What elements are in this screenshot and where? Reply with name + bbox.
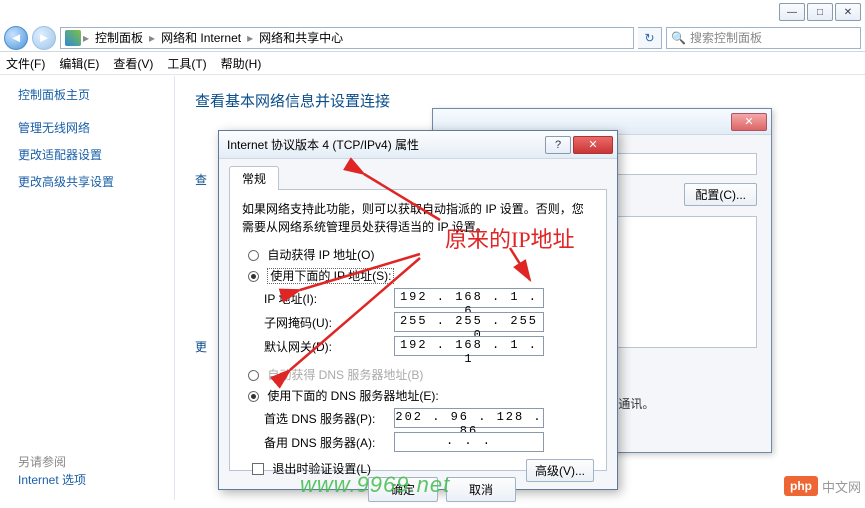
control-panel-icon [65, 30, 81, 46]
gateway-input[interactable]: 192 . 168 . 1 . 1 [394, 336, 544, 356]
see-also-label: 另请参阅 [18, 453, 66, 470]
subnet-mask-label: 子网掩码(U): [264, 314, 394, 331]
tab-general[interactable]: 常规 [229, 166, 279, 190]
menu-bar: 文件(F) 编辑(E) 查看(V) 工具(T) 帮助(H) [0, 53, 865, 75]
menu-file[interactable]: 文件(F) [6, 55, 45, 72]
chevron-right-icon: ▸ [83, 31, 89, 45]
search-icon: 🔍 [671, 31, 686, 45]
menu-tools[interactable]: 工具(T) [167, 55, 206, 72]
cancel-button[interactable]: 取消 [446, 477, 516, 502]
refresh-button[interactable]: ↻ [638, 27, 662, 49]
adapter-close-button[interactable]: ✕ [731, 113, 767, 131]
menu-view[interactable]: 查看(V) [113, 55, 153, 72]
ipv4-properties-dialog: Internet 协议版本 4 (TCP/IPv4) 属性 ? ✕ 常规 如果网… [218, 130, 618, 490]
menu-edit[interactable]: 编辑(E) [59, 55, 99, 72]
chevron-right-icon: ▸ [149, 31, 155, 45]
ip-address-input[interactable]: 192 . 168 . 1 . 6 [394, 288, 544, 308]
sidebar: 控制面板主页 管理无线网络 更改适配器设置 更改高级共享设置 另请参阅 Inte… [0, 76, 175, 500]
chevron-right-icon: ▸ [247, 31, 253, 45]
brand-logo: php [784, 476, 818, 496]
search-placeholder: 搜索控制面板 [690, 29, 762, 46]
address-bar: ◄ ► ▸ 控制面板 ▸ 网络和 Internet ▸ 网络和共享中心 ↻ 🔍 … [0, 24, 865, 52]
crumb-sharing-center[interactable]: 网络和共享中心 [255, 29, 347, 46]
sidebar-item-wireless[interactable]: 管理无线网络 [18, 119, 174, 136]
radio-icon [248, 391, 259, 402]
preferred-dns-input[interactable]: 202 . 96 . 128 . 86 [394, 408, 544, 428]
crumb-network-internet[interactable]: 网络和 Internet [157, 29, 245, 46]
alternate-dns-input[interactable]: . . . [394, 432, 544, 452]
menu-help[interactable]: 帮助(H) [221, 55, 262, 72]
dialog-title: Internet 协议版本 4 (TCP/IPv4) 属性 [227, 136, 419, 153]
preferred-dns-label: 首选 DNS 服务器(P): [264, 410, 394, 427]
radio-manual-ip[interactable]: 使用下面的 IP 地址(S): [248, 267, 594, 284]
checkbox-icon [252, 463, 264, 475]
sidebar-item-sharing[interactable]: 更改高级共享设置 [18, 173, 174, 190]
radio-icon [248, 271, 259, 282]
breadcrumb[interactable]: ▸ 控制面板 ▸ 网络和 Internet ▸ 网络和共享中心 [60, 27, 634, 49]
help-button[interactable]: ? [545, 136, 571, 154]
search-input[interactable]: 🔍 搜索控制面板 [666, 27, 861, 49]
maximize-button[interactable]: □ [807, 3, 833, 21]
forward-button[interactable]: ► [32, 26, 56, 50]
watermark: www.9969.net [300, 472, 450, 498]
see-also-internet-options[interactable]: Internet 选项 [18, 471, 86, 488]
brand-badge: php 中文网 [784, 476, 861, 496]
dialog-close-button[interactable]: ✕ [573, 136, 613, 154]
brand-text: 中文网 [822, 477, 861, 496]
radio-auto-ip[interactable]: 自动获得 IP 地址(O) [248, 246, 594, 263]
minimize-button[interactable]: — [779, 3, 805, 21]
close-button[interactable]: ✕ [835, 3, 861, 21]
crumb-control-panel[interactable]: 控制面板 [91, 29, 147, 46]
radio-auto-dns: 自动获得 DNS 服务器地址(B) [248, 366, 594, 383]
sidebar-item-adapter[interactable]: 更改适配器设置 [18, 146, 174, 163]
sidebar-home[interactable]: 控制面板主页 [18, 86, 174, 103]
advanced-button[interactable]: 高级(V)... [526, 459, 594, 482]
gateway-label: 默认网关(D): [264, 338, 394, 355]
subnet-mask-input[interactable]: 255 . 255 . 255 . 0 [394, 312, 544, 332]
configure-button[interactable]: 配置(C)... [684, 183, 757, 206]
radio-icon [248, 370, 259, 381]
info-text: 如果网络支持此功能，则可以获取自动指派的 IP 设置。否则，您需要从网络系统管理… [242, 200, 594, 236]
radio-manual-dns[interactable]: 使用下面的 DNS 服务器地址(E): [248, 387, 594, 404]
back-button[interactable]: ◄ [4, 26, 28, 50]
alternate-dns-label: 备用 DNS 服务器(A): [264, 434, 394, 451]
radio-icon [248, 250, 259, 261]
ip-address-label: IP 地址(I): [264, 290, 394, 307]
